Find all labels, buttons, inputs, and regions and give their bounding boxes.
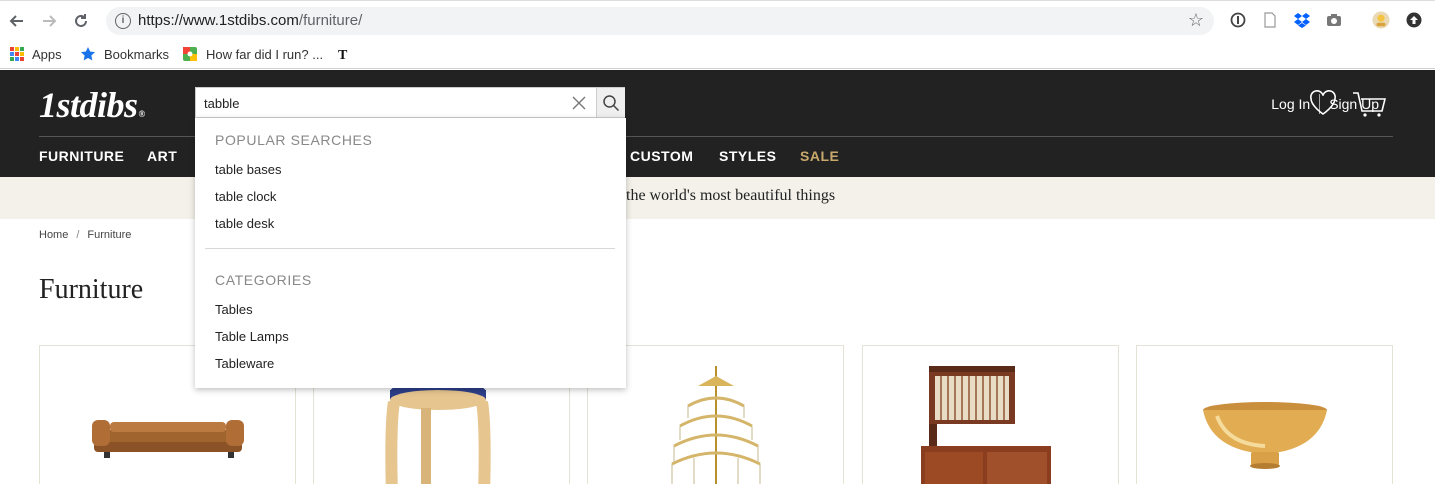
product-card-bowl[interactable] [1136, 345, 1393, 484]
svg-text:T: T [338, 48, 348, 62]
search-input[interactable] [204, 93, 564, 113]
search-button[interactable] [596, 88, 625, 117]
suggestions-divider [205, 248, 615, 249]
update-icon[interactable] [1405, 11, 1423, 29]
profile-avatar-icon[interactable] [1372, 11, 1390, 29]
categories-heading: CATEGORIES [215, 272, 312, 288]
dropbox-icon[interactable] [1293, 11, 1311, 29]
forward-icon[interactable] [38, 10, 60, 32]
password-manager-icon[interactable] [1229, 11, 1247, 29]
star-icon[interactable]: ☆ [1188, 10, 1204, 31]
heart-icon[interactable] [1309, 90, 1337, 116]
bookmark-bookmarks-label: Bookmarks [104, 46, 170, 62]
site-logo[interactable]: 1stdibs® [39, 84, 145, 126]
bookmark-how-far[interactable]: How far did I run? ... [182, 44, 323, 64]
camera-icon[interactable] [1325, 11, 1343, 29]
map-favicon-icon [182, 46, 198, 62]
bookmark-apps-label: Apps [32, 46, 62, 62]
nav-art[interactable]: ART [147, 148, 177, 164]
cabinet-image [921, 366, 1051, 484]
apps-grid-icon [10, 47, 24, 61]
nyt-favicon-icon: T [336, 46, 352, 63]
category-tables[interactable]: Tables [215, 302, 253, 317]
info-icon[interactable]: i [115, 13, 131, 29]
bowl-image [1203, 402, 1327, 469]
breadcrumb-current: Furniture [87, 229, 132, 241]
nav-custom[interactable]: CUSTOM [630, 148, 693, 164]
url-text[interactable]: https://www.1stdibs.com/furniture/ [138, 12, 362, 29]
star-icon [80, 46, 96, 62]
login-link[interactable]: Log In [1271, 96, 1310, 112]
suggestion-table-bases[interactable]: table bases [215, 162, 282, 177]
breadcrumb: Home / Furniture [39, 229, 132, 241]
nav-sale[interactable]: SALE [800, 148, 839, 164]
bookmark-apps[interactable]: Apps [10, 44, 62, 64]
suggestion-table-desk[interactable]: table desk [215, 216, 274, 231]
category-tableware[interactable]: Tableware [215, 356, 274, 371]
popular-searches-heading: POPULAR SEARCHES [215, 132, 373, 148]
search-box [195, 87, 625, 118]
reload-icon[interactable] [70, 10, 92, 32]
suggestion-table-clock[interactable]: table clock [215, 189, 276, 204]
search-icon [603, 94, 620, 111]
product-card-cabinet[interactable] [862, 345, 1119, 484]
back-icon[interactable] [6, 10, 28, 32]
cart-icon[interactable] [1352, 90, 1386, 118]
bookmark-nyt[interactable]: T [336, 44, 360, 64]
address-bar[interactable]: i https://www.1stdibs.com/furniture/ ☆ [106, 7, 1214, 35]
search-suggestions: POPULAR SEARCHES table bases table clock… [195, 118, 626, 388]
promo-text: the world's most beautiful things [626, 187, 836, 204]
chandelier-image [671, 366, 761, 484]
nav-furniture[interactable]: FURNITURE [39, 148, 124, 164]
bookmark-bookmarks[interactable]: Bookmarks [80, 44, 169, 64]
page-title: Furniture [39, 274, 144, 305]
browser-toolbar: i https://www.1stdibs.com/furniture/ ☆ [0, 0, 1435, 40]
bookmark-how-far-label: How far did I run? ... [206, 46, 324, 62]
breadcrumb-home[interactable]: Home [39, 229, 68, 241]
nav-styles[interactable]: STYLES [719, 148, 776, 164]
category-table-lamps[interactable]: Table Lamps [215, 329, 289, 344]
clear-search-icon[interactable] [571, 95, 587, 111]
page-icon[interactable] [1261, 11, 1279, 29]
bookmarks-bar: Apps Bookmarks How far did I run? ... T [0, 40, 1435, 69]
